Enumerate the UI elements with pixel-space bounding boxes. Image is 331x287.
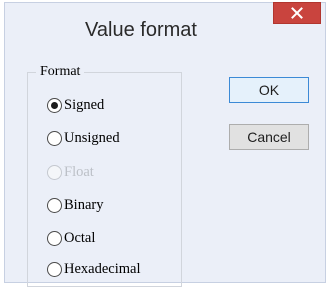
format-group-label: Format — [36, 64, 85, 80]
cancel-button[interactable]: Cancel — [229, 124, 309, 150]
radio-label-unsigned: Unsigned — [64, 129, 120, 146]
radio-circle — [47, 261, 62, 277]
radio-float: Float — [47, 161, 94, 183]
radio-circle — [47, 230, 62, 246]
close-x-icon — [291, 7, 303, 19]
ok-button[interactable]: OK — [229, 77, 309, 103]
radio-unsigned[interactable]: Unsigned — [47, 127, 120, 149]
radio-circle — [47, 197, 62, 213]
close-button[interactable] — [273, 2, 321, 24]
radio-hexadecimal[interactable]: Hexadecimal — [47, 258, 141, 280]
dialog-title: Value format — [85, 19, 197, 41]
radio-circle — [47, 164, 62, 180]
radio-circle — [47, 130, 62, 146]
radio-octal[interactable]: Octal — [47, 227, 95, 249]
radio-label-hexadecimal: Hexadecimal — [64, 260, 141, 277]
radio-selected-dot — [51, 101, 58, 109]
radio-label-binary: Binary — [64, 196, 104, 213]
radio-label-signed: Signed — [64, 96, 105, 113]
radio-signed[interactable]: Signed — [47, 94, 104, 116]
radio-label-octal: Octal — [64, 229, 96, 246]
radio-label-float: Float — [64, 163, 94, 180]
radio-binary[interactable]: Binary — [47, 194, 103, 216]
radio-circle — [47, 97, 62, 113]
